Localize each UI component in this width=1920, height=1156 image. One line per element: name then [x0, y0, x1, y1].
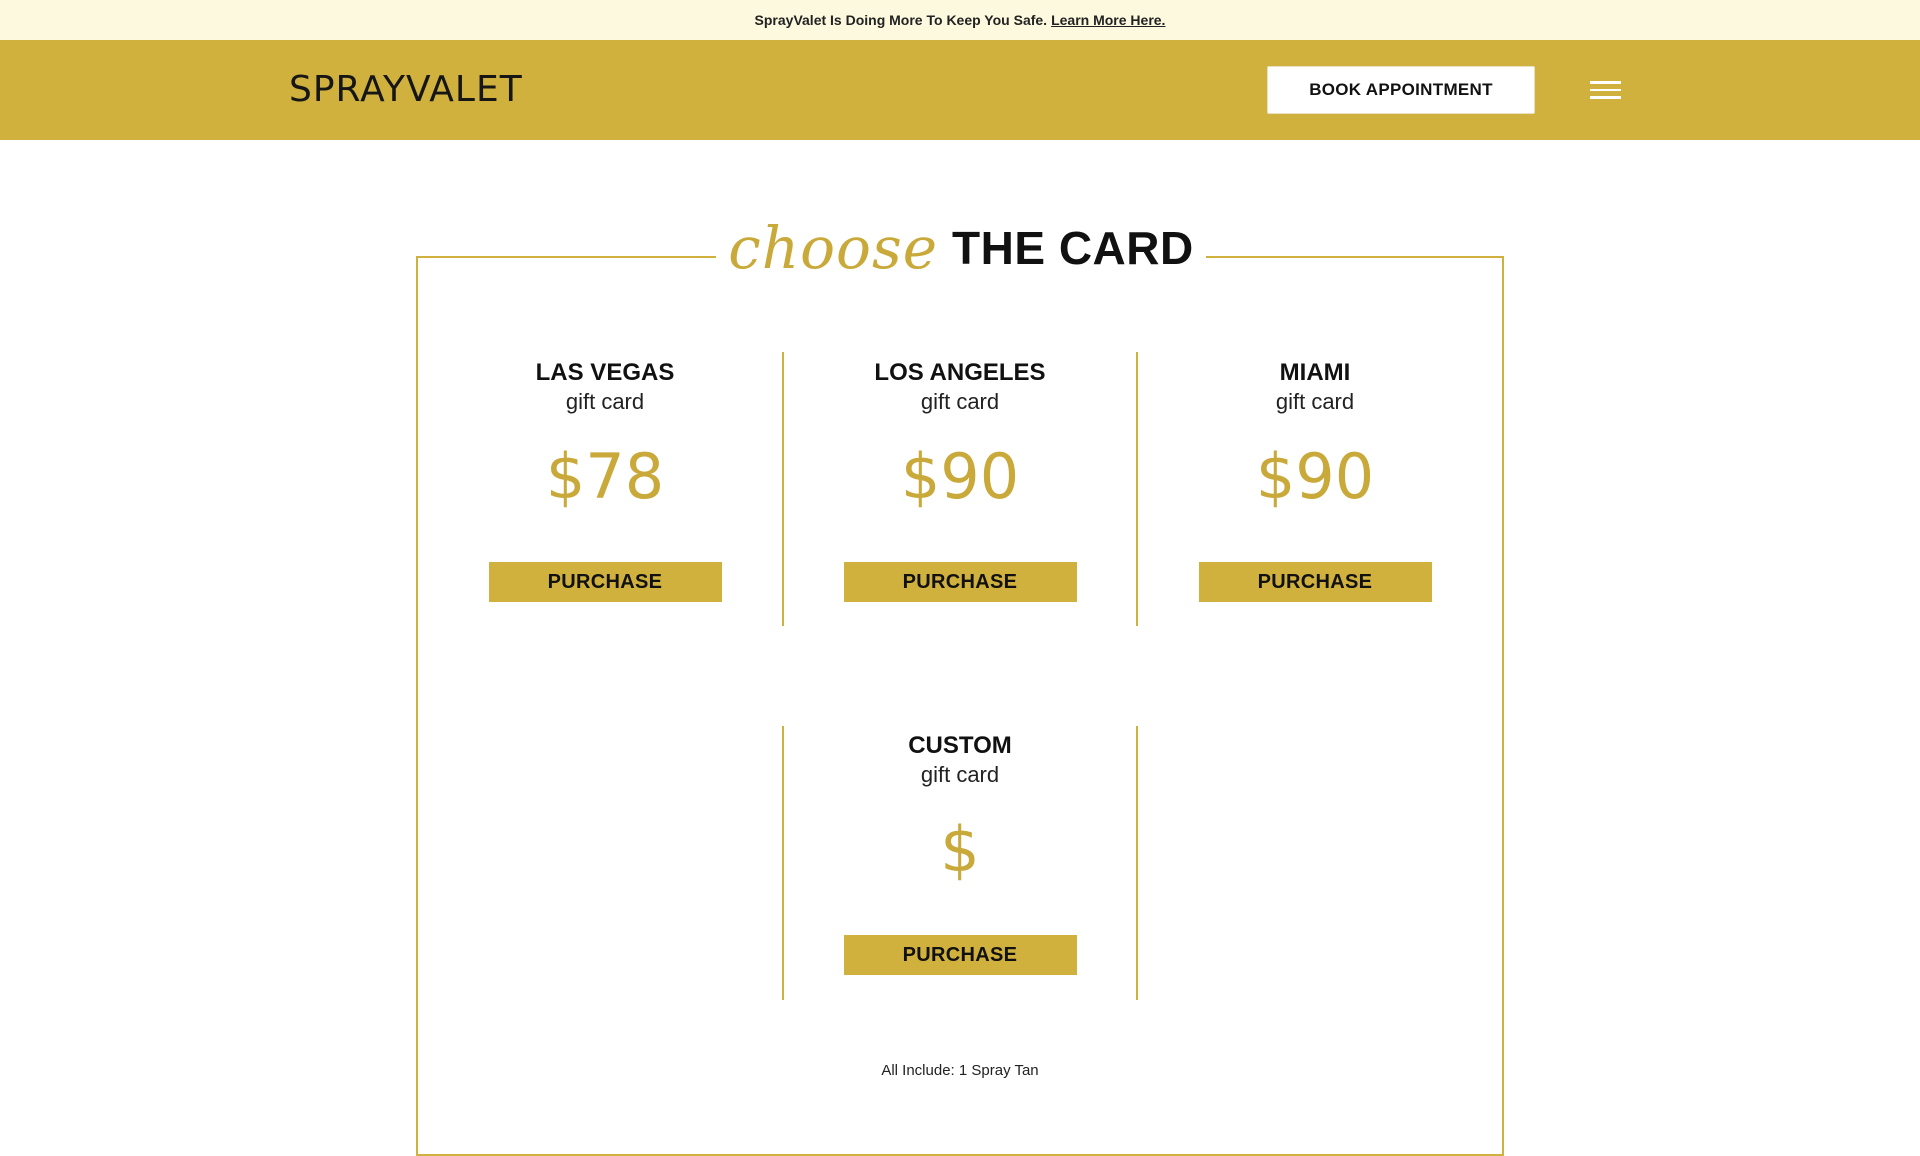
purchase-button[interactable]: PURCHASE	[1198, 562, 1432, 602]
learn-more-link[interactable]: Learn More Here.	[1051, 12, 1165, 28]
purchase-button[interactable]: PURCHASE	[488, 562, 722, 602]
purchase-button[interactable]: PURCHASE	[843, 935, 1077, 975]
announcement-text: SprayValet Is Doing More To Keep You Saf…	[754, 12, 1048, 28]
card-city: LOS ANGELES	[874, 359, 1046, 386]
includes-note: All Include: 1 Spray Tan	[881, 1062, 1039, 1079]
card-city: CUSTOM	[908, 732, 1012, 759]
card-subtitle: gift card	[920, 762, 1000, 787]
card-city: MIAMI	[1279, 359, 1351, 386]
card-subtitle: gift card	[1275, 389, 1355, 414]
gift-card-custom: CUSTOM gift card $ PURCHASE	[783, 732, 1137, 975]
hamburger-menu-icon[interactable]	[1590, 81, 1621, 99]
book-appointment-button[interactable]: BOOK APPOINTMENT	[1267, 66, 1535, 114]
card-subtitle: gift card	[565, 389, 645, 414]
card-subtitle: gift card	[920, 389, 1000, 414]
card-price: $78	[545, 440, 665, 513]
section-heading: choose THE CARD	[716, 208, 1206, 288]
sprayvalet-logo[interactable]: SPRAYVALET	[289, 72, 523, 108]
gift-card-las-vegas: LAS VEGAS gift card $78 PURCHASE	[428, 359, 782, 602]
purchase-button[interactable]: PURCHASE	[843, 562, 1077, 602]
site-header: SPRAYVALET BOOK APPOINTMENT	[0, 40, 1920, 140]
card-price: $90	[900, 440, 1020, 513]
card-city: LAS VEGAS	[535, 359, 675, 386]
card-price: $	[940, 813, 980, 886]
heading-title: THE CARD	[952, 222, 1194, 274]
announcement-bar: SprayValet Is Doing More To Keep You Saf…	[0, 0, 1920, 40]
gift-card-miami: MIAMI gift card $90 PURCHASE	[1138, 359, 1492, 602]
heading-script-word: choose	[728, 214, 939, 282]
gift-card-los-angeles: LOS ANGELES gift card $90 PURCHASE	[783, 359, 1137, 602]
card-price: $90	[1255, 440, 1375, 513]
